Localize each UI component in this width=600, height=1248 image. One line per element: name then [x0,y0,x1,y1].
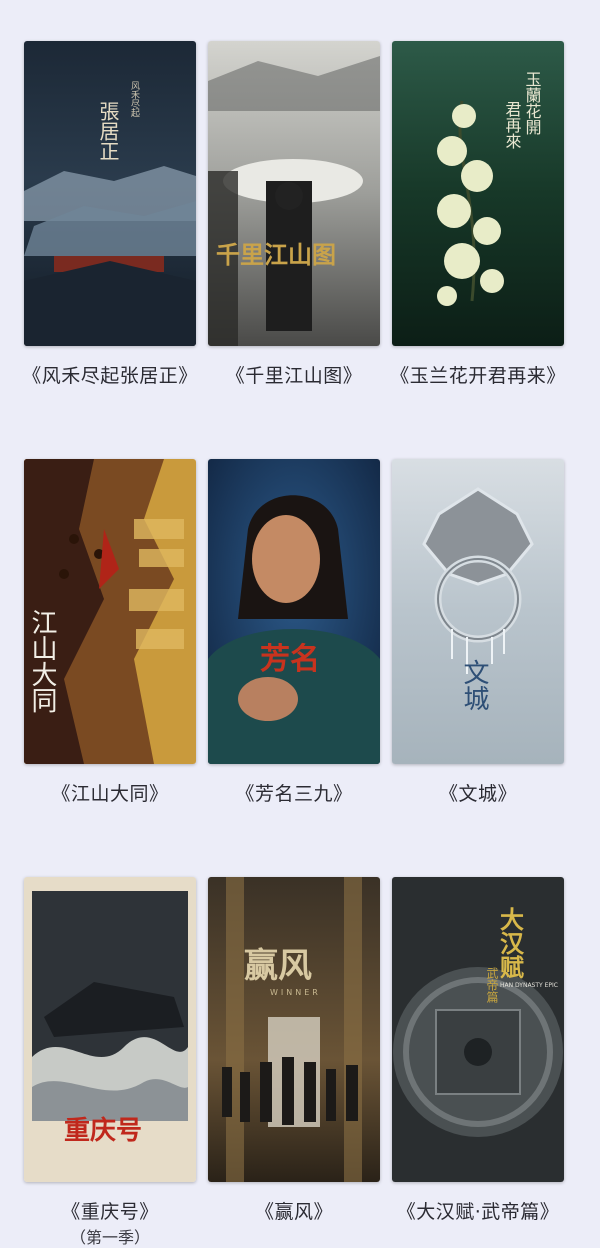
svg-text:張居正: 張居正 [96,101,120,161]
poster-image-fangming-sanjiu[interactable]: 芳名 [208,459,380,764]
poster-image-zhang-juzheng[interactable]: 張居正 风禾尽起 [24,41,196,346]
poster-art: 重庆号 [24,877,196,1182]
svg-text:武帝篇: 武帝篇 [485,967,499,1003]
poster-image-chongqing-hao[interactable]: 重庆号 [24,877,196,1182]
poster-caption[interactable]: 《大汉赋·武帝篇》 [380,1197,576,1224]
poster-caption[interactable]: 《文城》 [380,779,576,806]
svg-text:江山大同: 江山大同 [27,609,57,713]
poster-art: 文城 [392,459,564,764]
poster-image-jiangshan-datong[interactable]: 江山大同 [24,459,196,764]
poster-art: 千里江山图 [208,41,380,346]
svg-text:君再來: 君再來 [503,101,522,149]
svg-text:文城: 文城 [459,659,489,711]
poster-image-qianli-jiangshan[interactable]: 千里江山图 [208,41,380,346]
poster-caption[interactable]: 《千里江山图》 [196,361,392,388]
poster-subcaption: （第一季） [69,1228,150,1247]
poster-grid: 張居正 风禾尽起 《风禾尽起张居正》 千里江山图 《千里江山图》 玉蘭花開 君再… [0,0,600,1247]
poster-art: 江山大同 [24,459,196,764]
svg-text:千里江山图: 千里江山图 [216,240,336,269]
svg-text:HAN DYNASTY EPIC: HAN DYNASTY EPIC [500,982,558,989]
poster-art: 玉蘭花開 君再來 [392,41,564,346]
poster-art: 張居正 风禾尽起 [24,41,196,346]
svg-text:赢风: 赢风 [244,946,312,986]
poster-art: 芳名 [208,459,380,764]
svg-text:玉蘭花開: 玉蘭花開 [523,71,542,136]
poster-caption[interactable]: 《重庆号》 [12,1197,208,1224]
poster-image-yulan-huakai[interactable]: 玉蘭花開 君再來 [392,41,564,346]
poster-caption[interactable]: 《玉兰花开君再来》 [380,361,576,388]
poster-caption[interactable]: 《江山大同》 [12,779,208,806]
poster-image-yingfeng[interactable]: 赢风 WINNER [208,877,380,1182]
poster-caption[interactable]: 《风禾尽起张居正》 [12,361,208,388]
svg-text:WINNER: WINNER [270,988,321,997]
poster-caption[interactable]: 《芳名三九》 [196,779,392,806]
svg-text:大汉赋: 大汉赋 [496,907,525,980]
poster-image-dahan-fu[interactable]: 大汉赋 武帝篇 HAN DYNASTY EPIC [392,877,564,1182]
poster-art: 赢风 WINNER [208,877,380,1182]
svg-text:重庆号: 重庆号 [64,1115,142,1146]
poster-image-wencheng[interactable]: 文城 [392,459,564,764]
svg-text:芳名: 芳名 [260,642,320,677]
svg-text:风禾尽起: 风禾尽起 [129,81,140,118]
poster-caption[interactable]: 《赢风》 [196,1197,392,1224]
poster-art: 大汉赋 武帝篇 HAN DYNASTY EPIC [392,877,564,1182]
